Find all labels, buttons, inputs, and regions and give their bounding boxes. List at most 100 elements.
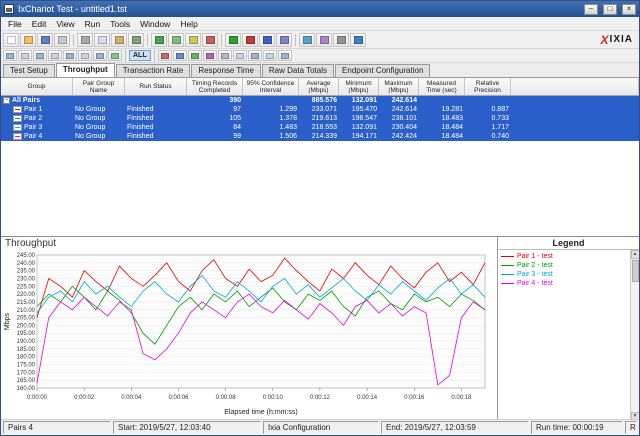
tab-raw-data-totals[interactable]: Raw Data Totals (261, 64, 335, 77)
menu-run[interactable]: Run (80, 18, 106, 30)
run-test-icon[interactable] (225, 32, 241, 47)
pair-chart-icon (13, 124, 22, 131)
column-header[interactable]: Maximum (Mbps) (379, 78, 419, 96)
legend-item: Pair 3 - test (498, 270, 630, 279)
scroll-thumb[interactable] (631, 260, 639, 282)
sort-icon[interactable] (63, 50, 77, 61)
pair-row[interactable]: Pair 2 No Group Finished 105 1.378 219.613 198… (1, 114, 639, 123)
poll-endpoints-icon[interactable] (276, 32, 292, 47)
delete-pair-icon[interactable] (202, 32, 218, 47)
column-header[interactable]: Minimum (Mbps) (339, 78, 379, 96)
chart-points-icon (205, 52, 214, 59)
pair-row[interactable]: Pair 1 No Group Finished 97 1.299 233.071 195.… (1, 105, 639, 114)
bottom-pane: Throughput 160.00 165.00 170.00 175.00 180.0… (1, 236, 639, 421)
legend-item-label: Pair 3 - test (517, 271, 553, 278)
table-cell: 214.339 (311, 133, 337, 140)
svg-text:165.00: 165.00 (17, 378, 36, 384)
minimize-button[interactable]: – (584, 3, 598, 15)
scale-icon (220, 52, 229, 59)
show-all-pairs-button[interactable]: ALL (129, 50, 151, 61)
add-pair-icon[interactable] (151, 32, 167, 47)
svg-text:245.00: 245.00 (17, 253, 36, 259)
help-icon (353, 35, 363, 44)
chart-area-icon (190, 52, 199, 59)
stop-test-icon[interactable] (242, 32, 258, 47)
ixia-logo: X IXIA (601, 34, 637, 46)
chart-area-icon[interactable] (187, 50, 202, 61)
chart-points-icon[interactable] (202, 50, 217, 61)
help-icon[interactable] (350, 32, 366, 47)
table-cell: 1.717 (491, 124, 509, 131)
tab-endpoint-configuration[interactable]: Endpoint Configuration (335, 64, 431, 77)
paste-icon[interactable] (111, 32, 127, 47)
options-icon (336, 35, 346, 44)
group-view-icon[interactable] (18, 50, 32, 61)
status-pairs-count: Pairs 4 (3, 421, 111, 434)
cut-icon[interactable] (77, 32, 93, 47)
column-header[interactable]: Run Status (125, 78, 187, 96)
open-test-icon (23, 35, 33, 44)
refresh-icon[interactable] (108, 50, 122, 61)
tab-throughput[interactable]: Throughput (55, 63, 115, 77)
legend-toggle-icon[interactable] (247, 50, 262, 61)
collapse-toggle-icon[interactable]: − (3, 97, 10, 104)
save-test-icon[interactable] (37, 32, 53, 47)
menu-tools[interactable]: Tools (105, 18, 135, 30)
table-cell: Pair 2 (1, 114, 73, 123)
pause-test-icon[interactable] (259, 32, 275, 47)
legend-scrollbar[interactable]: ▲ ▼ (630, 250, 639, 421)
menu-help[interactable]: Help (175, 18, 202, 30)
view-results-icon[interactable] (299, 32, 315, 47)
pair-view-icon[interactable] (3, 50, 17, 61)
copy-icon[interactable] (94, 32, 110, 47)
table-cell: Finished (127, 133, 154, 140)
maximize-button[interactable]: □ (603, 3, 617, 15)
svg-text:190.00: 190.00 (17, 339, 36, 345)
columns-icon[interactable] (93, 50, 107, 61)
menu-edit[interactable]: Edit (27, 18, 52, 30)
expand-all-icon[interactable] (33, 50, 47, 61)
export-chart-icon[interactable] (262, 50, 277, 61)
close-button[interactable]: × (622, 3, 636, 15)
column-header[interactable]: Measured Time (sec) (419, 78, 465, 96)
menu-file[interactable]: File (3, 18, 27, 30)
table-cell: 105 (229, 115, 241, 122)
new-test-icon[interactable] (3, 32, 19, 47)
grid-toggle-icon[interactable] (232, 50, 247, 61)
pair-row[interactable]: Pair 4 No Group Finished 99 1.506 214.339 194.… (1, 132, 639, 141)
column-header[interactable]: Timing Records Completed (187, 78, 243, 96)
scale-icon[interactable] (217, 50, 232, 61)
report-icon[interactable] (316, 32, 332, 47)
add-group-icon[interactable] (168, 32, 184, 47)
svg-text:170.00: 170.00 (17, 370, 36, 376)
tab-transaction-rate[interactable]: Transaction Rate (115, 64, 191, 77)
chart-line-icon[interactable] (157, 50, 172, 61)
all-pairs-row[interactable]: − All Pairs 390 885.576 132.091 242.614 (1, 96, 639, 105)
report-icon (319, 35, 329, 44)
chart-bar-icon[interactable] (172, 50, 187, 61)
column-header[interactable]: Relative Precision (465, 78, 511, 96)
undo-icon[interactable] (128, 32, 144, 47)
table-body: − All Pairs 390 885.576 132.091 242.614 Pair 1… (1, 96, 639, 141)
collapse-all-icon[interactable] (48, 50, 62, 61)
print-icon[interactable] (54, 32, 70, 47)
menu-window[interactable]: Window (135, 18, 175, 30)
pair-row[interactable]: Pair 3 No Group Finished 84 1.483 218.553 132.… (1, 123, 639, 132)
column-header[interactable]: Pair Group Name (73, 78, 125, 96)
menu-view[interactable]: View (51, 18, 79, 30)
scroll-up-icon[interactable]: ▲ (630, 250, 639, 259)
table-cell: 242.614 (391, 106, 417, 113)
print-chart-icon[interactable] (277, 50, 292, 61)
column-header[interactable]: Average (Mbps) (299, 78, 339, 96)
options-icon[interactable] (333, 32, 349, 47)
edit-pair-icon[interactable] (185, 32, 201, 47)
column-header[interactable]: 95% Confidence Interval (243, 78, 299, 96)
table-cell: Finished (127, 124, 154, 131)
column-header[interactable]: Group (1, 78, 73, 96)
table-cell: 19.281 (441, 106, 463, 113)
filter-icon[interactable] (78, 50, 92, 61)
open-test-icon[interactable] (20, 32, 36, 47)
tab-test-setup[interactable]: Test Setup (3, 64, 55, 77)
tab-response-time[interactable]: Response Time (191, 64, 261, 77)
svg-text:205.00: 205.00 (17, 316, 36, 322)
